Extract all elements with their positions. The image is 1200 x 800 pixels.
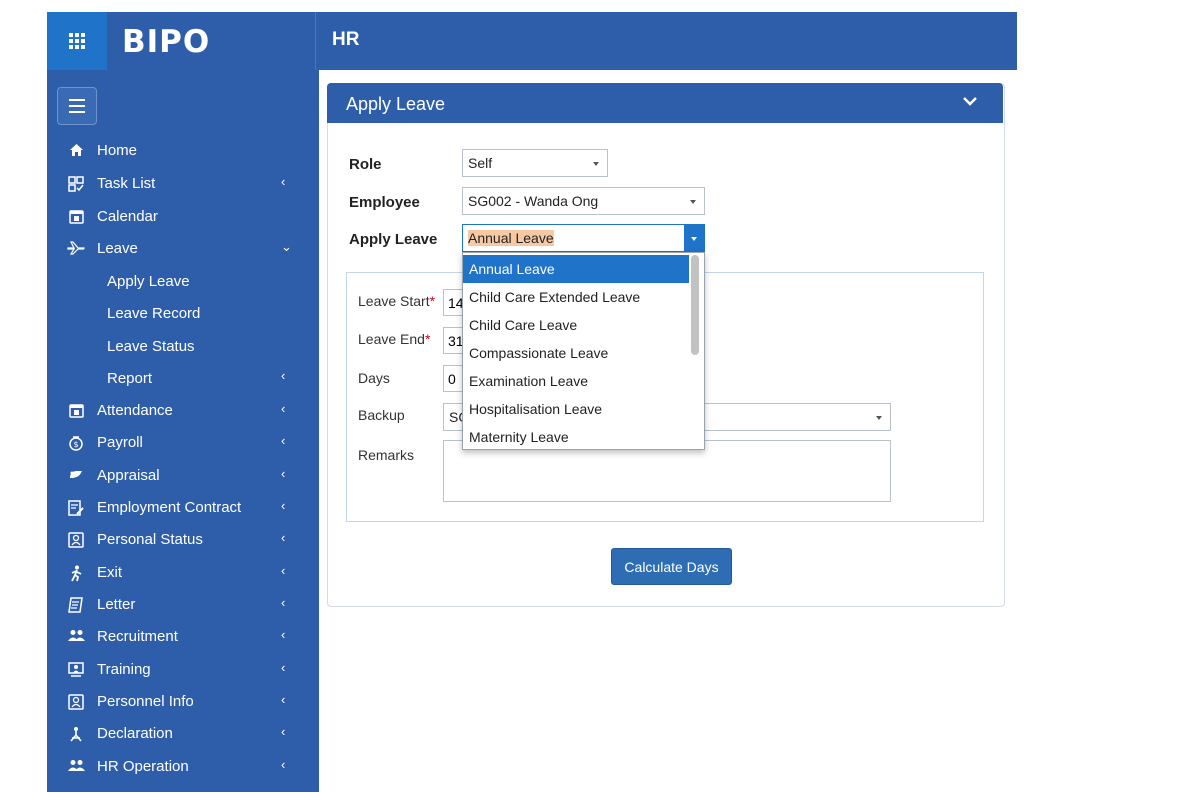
- sidebar-item-training[interactable]: Training ‹: [47, 658, 319, 684]
- sidebar-item-exit[interactable]: Exit ‹: [47, 561, 319, 587]
- apps-grid-icon: [69, 33, 85, 49]
- caret-down-icon[interactable]: [684, 225, 704, 251]
- chevron-left-icon: ‹: [281, 174, 286, 189]
- sidebar-subitem-leave-status[interactable]: Leave Status: [107, 338, 195, 355]
- menu-toggle-icon[interactable]: [57, 87, 97, 125]
- chevron-left-icon: ‹: [281, 466, 286, 481]
- payroll-icon: $: [67, 435, 85, 453]
- sidebar-subitem-leave-record[interactable]: Leave Record: [107, 305, 200, 322]
- sidebar-item-personal-status[interactable]: Personal Status ‹: [47, 528, 319, 554]
- sidebar-item-personnel-info[interactable]: Personnel Info ‹: [47, 690, 319, 716]
- chevron-down-icon: ⌄: [281, 239, 292, 254]
- sidebar-item-letter[interactable]: Letter ‹: [47, 593, 319, 619]
- sidebar-subitem-report[interactable]: Report: [107, 370, 152, 387]
- leave-end-label: Leave End*: [358, 331, 431, 347]
- chevron-down-icon[interactable]: [961, 92, 979, 110]
- calendar-icon: [67, 403, 85, 421]
- sidebar-subitem-apply-leave[interactable]: Apply Leave: [107, 273, 190, 290]
- dropdown-option[interactable]: Annual Leave: [463, 255, 689, 283]
- sidebar-item-attendance[interactable]: Attendance ‹: [47, 399, 319, 425]
- sidebar-item-appraisal[interactable]: Appraisal ‹: [47, 464, 319, 490]
- plane-icon: [67, 241, 85, 259]
- dropdown-option[interactable]: Compassionate Leave: [463, 339, 689, 367]
- role-label: Role: [349, 156, 382, 173]
- logo: BIPO: [122, 24, 211, 60]
- chevron-left-icon: ‹: [281, 433, 286, 448]
- sidebar-item-leave[interactable]: Leave ⌄: [47, 237, 319, 263]
- chevron-left-icon: ‹: [281, 757, 286, 772]
- sidebar-item-recruitment[interactable]: Recruitment ‹: [47, 625, 319, 651]
- module-title: HR: [332, 29, 360, 50]
- apps-grid-button[interactable]: [47, 12, 107, 70]
- days-label: Days: [358, 370, 390, 386]
- exit-icon: [67, 565, 85, 583]
- dropdown-scrollbar[interactable]: [691, 255, 699, 355]
- chevron-left-icon: ‹: [281, 692, 286, 707]
- caret-down-icon: [876, 416, 882, 420]
- sidebar-item-declaration[interactable]: Declaration ‹: [47, 722, 319, 748]
- employee-select[interactable]: SG002 - Wanda Ong: [462, 187, 705, 215]
- chevron-left-icon: ‹: [281, 627, 286, 642]
- sidebar-item-payroll[interactable]: $ Payroll ‹: [47, 431, 319, 457]
- apply-leave-label: Apply Leave: [349, 231, 438, 248]
- users-icon: [67, 629, 85, 647]
- caret-down-icon: [690, 200, 696, 204]
- chevron-left-icon: ‹: [281, 401, 286, 416]
- id-card-icon: [67, 694, 85, 712]
- chevron-left-icon: ‹: [281, 368, 286, 383]
- leave-start-label: Leave Start*: [358, 293, 436, 309]
- sidebar-item-employment-contract[interactable]: Employment Contract ‹: [47, 496, 319, 522]
- dropdown-option[interactable]: Hospitalisation Leave: [463, 395, 689, 423]
- panel-title: Apply Leave: [346, 94, 446, 114]
- chevron-left-icon: ‹: [281, 660, 286, 675]
- home-icon: [67, 143, 85, 161]
- letter-icon: [67, 597, 85, 615]
- leave-type-select[interactable]: Annual Leave: [462, 224, 705, 252]
- dropdown-option[interactable]: Examination Leave: [463, 367, 689, 395]
- sidebar-item-hr-operation[interactable]: HR Operation ‹: [47, 755, 319, 781]
- chevron-left-icon: ‹: [281, 498, 286, 513]
- sidebar-item-calendar[interactable]: Calendar: [47, 205, 319, 231]
- caret-down-icon: [593, 162, 599, 166]
- task-list-icon: [67, 176, 85, 194]
- calculate-days-button[interactable]: Calculate Days: [611, 548, 732, 585]
- chevron-left-icon: ‹: [281, 530, 286, 545]
- users-icon: [67, 759, 85, 777]
- top-divider: [315, 12, 316, 70]
- appraisal-icon: [67, 468, 85, 486]
- contract-icon: [67, 500, 85, 518]
- leave-type-value: Annual Leave: [468, 230, 554, 246]
- leave-type-dropdown: Annual Leave Child Care Extended Leave C…: [462, 252, 705, 450]
- dropdown-option[interactable]: Child Care Extended Leave: [463, 283, 689, 311]
- chevron-left-icon: ‹: [281, 595, 286, 610]
- dropdown-option[interactable]: Maternity Leave: [463, 423, 689, 449]
- remarks-label: Remarks: [358, 447, 415, 463]
- svg-text:$: $: [73, 440, 78, 449]
- chevron-left-icon: ‹: [281, 724, 286, 739]
- role-select[interactable]: Self: [462, 149, 608, 177]
- training-icon: [67, 662, 85, 680]
- id-card-icon: [67, 532, 85, 550]
- employee-label: Employee: [349, 194, 420, 211]
- sidebar-item-task-list[interactable]: Task List ‹: [47, 172, 319, 198]
- chevron-left-icon: ‹: [281, 563, 286, 578]
- declaration-icon: [67, 726, 85, 744]
- dropdown-option[interactable]: Child Care Leave: [463, 311, 689, 339]
- calendar-icon: [67, 209, 85, 227]
- backup-label: Backup: [358, 407, 405, 423]
- sidebar-item-home[interactable]: Home: [47, 139, 319, 165]
